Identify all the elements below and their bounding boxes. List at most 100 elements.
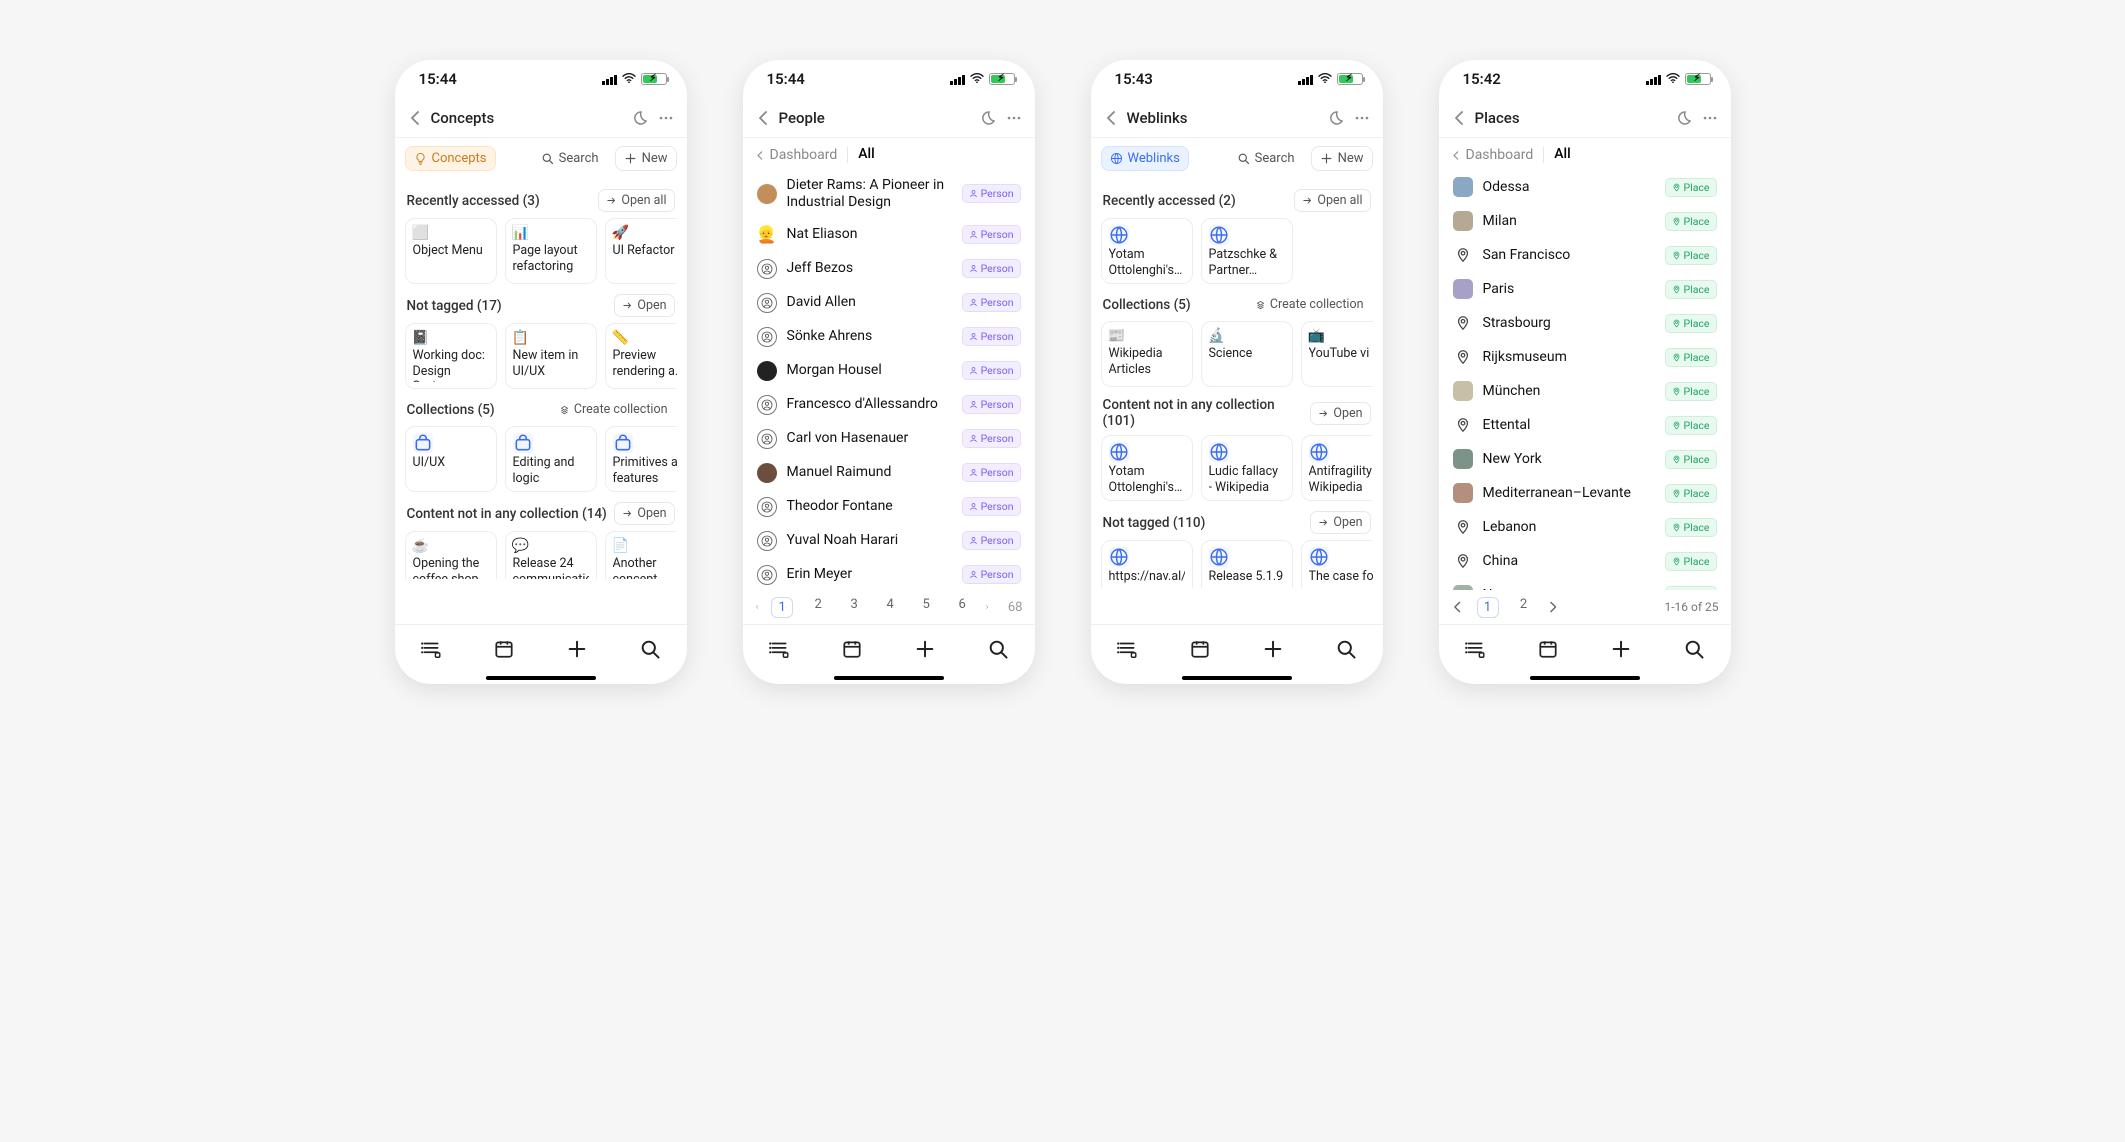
calendar-tab-icon[interactable] — [841, 638, 863, 660]
concept-card[interactable]: 📏Preview rendering a… — [605, 323, 677, 389]
weblink-card[interactable]: Patzschke & Partner… — [1201, 218, 1293, 284]
theme-toggle-icon[interactable] — [1325, 109, 1343, 127]
place-row[interactable]: San FranciscoPlace — [1449, 238, 1721, 272]
breadcrumb-current[interactable]: All — [1554, 146, 1570, 164]
concept-card[interactable]: 📓Working doc: Design System — [405, 323, 497, 389]
page-number[interactable]: 2 — [1513, 597, 1535, 618]
breadcrumb-current[interactable]: All — [858, 146, 874, 164]
back-icon[interactable] — [1103, 109, 1121, 127]
search-tab-icon[interactable] — [1335, 638, 1357, 660]
person-row[interactable]: Francesco d'AllessandroPerson — [753, 388, 1025, 422]
page-number[interactable]: 1 — [771, 597, 793, 618]
person-row[interactable]: Theodor FontanePerson — [753, 490, 1025, 524]
new-button[interactable]: New — [1311, 146, 1373, 171]
person-row[interactable]: Yuval Noah HarariPerson — [753, 524, 1025, 558]
page-number[interactable]: 4 — [879, 597, 901, 618]
more-icon[interactable] — [1701, 109, 1719, 127]
weblink-card[interactable]: Release 5.1.9 · kepano/obsidi — [1201, 540, 1293, 588]
search-tab-icon[interactable] — [1683, 638, 1705, 660]
filter-chip-concepts[interactable]: Concepts — [405, 146, 496, 171]
list-tab-icon[interactable] — [768, 638, 790, 660]
theme-toggle-icon[interactable] — [629, 109, 647, 127]
person-row[interactable]: David AllenPerson — [753, 286, 1025, 320]
collection-card[interactable]: UI/UX — [405, 426, 497, 492]
more-icon[interactable] — [1353, 109, 1371, 127]
page-number[interactable]: 2 — [807, 597, 829, 618]
person-row[interactable]: 👱Nat EliasonPerson — [753, 218, 1025, 252]
collection-card[interactable]: Editing and logic — [505, 426, 597, 492]
search-tab-icon[interactable] — [639, 638, 661, 660]
concept-card[interactable]: 🚀UI Refactor — [605, 218, 677, 284]
page-number[interactable]: 1 — [1477, 597, 1499, 618]
theme-toggle-icon[interactable] — [1673, 109, 1691, 127]
add-tab-icon[interactable] — [1262, 638, 1284, 660]
place-row[interactable]: MilanPlace — [1449, 204, 1721, 238]
add-tab-icon[interactable] — [914, 638, 936, 660]
person-row[interactable]: Jeff BezosPerson — [753, 252, 1025, 286]
back-icon[interactable] — [755, 109, 773, 127]
weblink-card[interactable]: https://nav.al/ric — [1101, 540, 1193, 588]
weblink-card[interactable]: Antifragility Wikipedia — [1301, 435, 1373, 501]
open-button[interactable]: Open — [614, 294, 674, 317]
search-tab-icon[interactable] — [987, 638, 1009, 660]
place-row[interactable]: NorwayPlace — [1449, 578, 1721, 590]
collection-card[interactable]: 📺YouTube vi — [1301, 321, 1373, 387]
person-row[interactable]: Sönke AhrensPerson — [753, 320, 1025, 354]
open-button[interactable]: Open — [1310, 402, 1370, 425]
back-icon[interactable] — [407, 109, 425, 127]
place-row[interactable]: ChinaPlace — [1449, 544, 1721, 578]
place-row[interactable]: OdessaPlace — [1449, 170, 1721, 204]
place-row[interactable]: RijksmuseumPlace — [1449, 340, 1721, 374]
place-row[interactable]: New YorkPlace — [1449, 442, 1721, 476]
weblink-card[interactable]: Ludic fallacy - Wikipedia — [1201, 435, 1293, 501]
search-button[interactable]: Search — [1229, 147, 1303, 170]
concept-card[interactable]: 📄Another concept… — [605, 531, 677, 579]
add-tab-icon[interactable] — [1610, 638, 1632, 660]
collection-card[interactable]: Primitives a features — [605, 426, 677, 492]
more-icon[interactable] — [1005, 109, 1023, 127]
concept-card[interactable]: 💬Release 24 communication… — [505, 531, 597, 579]
place-row[interactable]: StrasbourgPlace — [1449, 306, 1721, 340]
list-tab-icon[interactable] — [420, 638, 442, 660]
page-prev-icon[interactable] — [755, 600, 760, 614]
concept-card[interactable]: 📊Page layout refactoring — [505, 218, 597, 284]
person-row[interactable]: Morgan HouselPerson — [753, 354, 1025, 388]
open-all-button[interactable]: Open all — [598, 189, 674, 212]
create-collection-button[interactable]: Create collection — [1248, 294, 1371, 315]
theme-toggle-icon[interactable] — [977, 109, 995, 127]
concept-card[interactable]: ☕Opening the coffee shop o… — [405, 531, 497, 579]
open-button[interactable]: Open — [614, 502, 674, 525]
calendar-tab-icon[interactable] — [1189, 638, 1211, 660]
page-next-icon[interactable] — [1547, 600, 1561, 614]
page-number[interactable]: 5 — [915, 597, 937, 618]
breadcrumb-parent[interactable]: Dashboard — [1451, 147, 1534, 163]
filter-chip-weblinks[interactable]: Weblinks — [1101, 146, 1189, 171]
collection-card[interactable]: 📰Wikipedia Articles — [1101, 321, 1193, 387]
concept-card[interactable]: ⬜Object Menu — [405, 218, 497, 284]
weblink-card[interactable]: Yotam Ottolenghi's… — [1101, 218, 1193, 284]
list-tab-icon[interactable] — [1464, 638, 1486, 660]
more-icon[interactable] — [657, 109, 675, 127]
person-row[interactable]: Dieter Rams: A Pioneer in Industrial Des… — [753, 170, 1025, 218]
breadcrumb-parent[interactable]: Dashboard — [755, 147, 838, 163]
person-row[interactable]: Manuel RaimundPerson — [753, 456, 1025, 490]
page-prev-icon[interactable] — [1451, 600, 1465, 614]
new-button[interactable]: New — [615, 146, 677, 171]
person-row[interactable]: Carl von HasenauerPerson — [753, 422, 1025, 456]
open-all-button[interactable]: Open all — [1294, 189, 1370, 212]
list-tab-icon[interactable] — [1116, 638, 1138, 660]
place-row[interactable]: Mediterranean–LevantePlace — [1449, 476, 1721, 510]
page-next-icon[interactable] — [985, 600, 990, 614]
place-row[interactable]: ParisPlace — [1449, 272, 1721, 306]
person-row[interactable]: Erin MeyerPerson — [753, 558, 1025, 590]
calendar-tab-icon[interactable] — [493, 638, 515, 660]
add-tab-icon[interactable] — [566, 638, 588, 660]
place-row[interactable]: EttentalPlace — [1449, 408, 1721, 442]
weblink-card[interactable]: The case fo more energ… — [1301, 540, 1373, 588]
open-button[interactable]: Open — [1310, 511, 1370, 534]
page-number[interactable]: 3 — [843, 597, 865, 618]
create-collection-button[interactable]: Create collection — [552, 399, 675, 420]
weblink-card[interactable]: Yotam Ottolenghi's… — [1101, 435, 1193, 501]
page-number[interactable]: 6 — [951, 597, 973, 618]
concept-card[interactable]: 📋New item in UI/UX — [505, 323, 597, 389]
